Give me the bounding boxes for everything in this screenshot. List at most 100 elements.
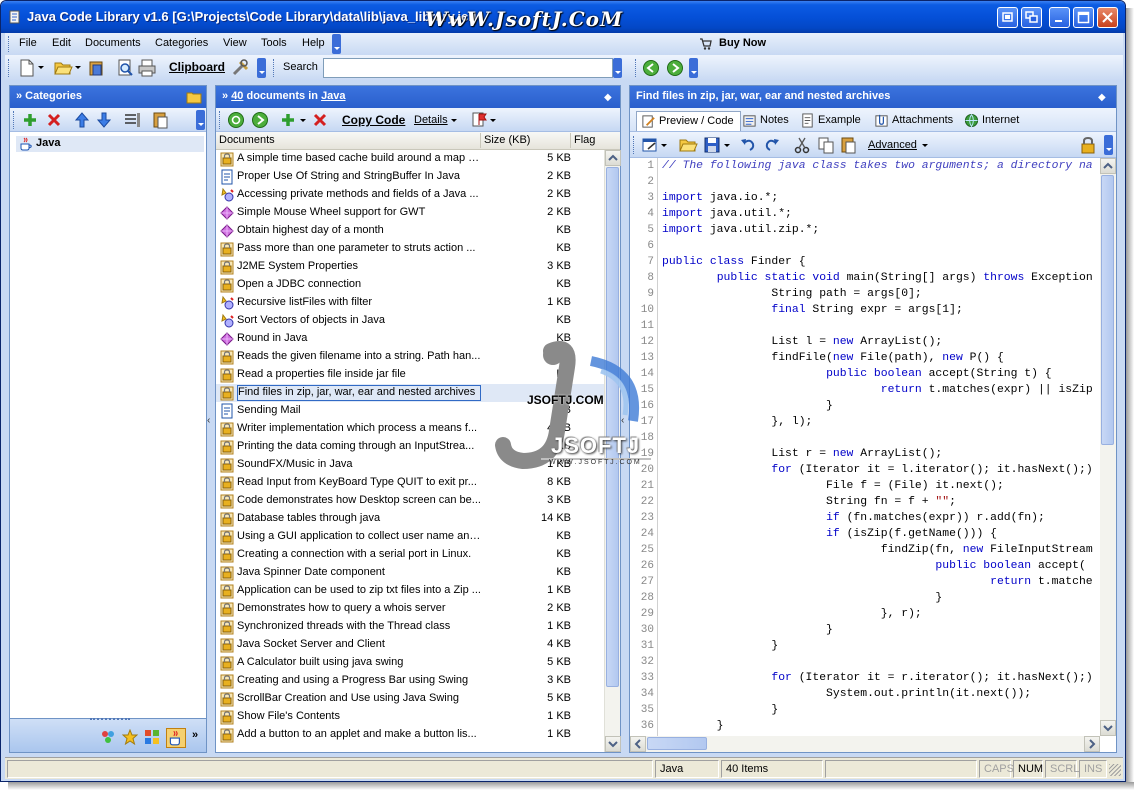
- categories-toolbar-grip[interactable]: [13, 111, 16, 129]
- details-dropdown-icon[interactable]: [451, 119, 457, 122]
- document-row[interactable]: Creating and using a Progress Bar using …: [216, 672, 604, 690]
- code-scroll-right-icon[interactable]: [1084, 736, 1100, 752]
- code-vertical-scrollbar[interactable]: [1100, 158, 1116, 736]
- document-row[interactable]: Java Spinner Date component KB: [216, 564, 604, 582]
- paste-icon[interactable]: [150, 110, 170, 130]
- paste-code-icon[interactable]: [838, 135, 858, 155]
- code-line[interactable]: public static void main(String[] args) t…: [662, 272, 1093, 284]
- document-row[interactable]: Obtain highest day of a month KB: [216, 222, 604, 240]
- menu-bar-grip[interactable]: [8, 36, 11, 52]
- documents-category-link[interactable]: Java: [321, 90, 345, 102]
- java-category-icon[interactable]: [166, 728, 186, 748]
- add-document-icon[interactable]: [278, 110, 298, 130]
- tab-notes[interactable]: Notes: [738, 111, 795, 131]
- column-separator[interactable]: [570, 133, 571, 148]
- document-row[interactable]: Code demonstrates how Desktop screen can…: [216, 492, 604, 510]
- code-line[interactable]: String path = args[0];: [662, 288, 921, 300]
- scroll-up-icon[interactable]: [605, 150, 621, 166]
- document-row[interactable]: Recursive listFiles with filter 1 KB: [216, 294, 604, 312]
- code-line[interactable]: // The following java class takes two ar…: [662, 160, 1093, 172]
- code-line[interactable]: public boolean accept(String t) {: [662, 368, 1052, 380]
- flag-filter-icon[interactable]: [470, 110, 490, 130]
- preview-toolbar-grip[interactable]: [633, 136, 636, 154]
- tab-attachments[interactable]: Attachments: [870, 111, 959, 131]
- folder-icon[interactable]: [186, 89, 202, 108]
- search-toolbar-grip[interactable]: [273, 59, 276, 77]
- lock-icon[interactable]: [1078, 135, 1098, 155]
- properties-icon[interactable]: [122, 110, 142, 130]
- column-flag[interactable]: Flag: [574, 134, 595, 146]
- users-icon[interactable]: [100, 729, 116, 748]
- nav-toolbar-grip[interactable]: [635, 59, 638, 77]
- code-line[interactable]: import java.util.*;: [662, 208, 792, 220]
- tab-example[interactable]: Example: [796, 111, 867, 131]
- code-line[interactable]: findZip(fn, new FileInputStream: [662, 544, 1093, 556]
- code-editor[interactable]: 1 2 3 4 5 6 7 8 9 10 11 12 13 14 15 16 17 18 19 20 21 22 23 24 2…: [630, 158, 1100, 736]
- new-document-icon[interactable]: [17, 58, 37, 78]
- code-line[interactable]: if (isZip(f.getName())) {: [662, 528, 997, 540]
- documents-count-link[interactable]: 40: [231, 90, 243, 102]
- advanced-dropdown[interactable]: Advanced: [868, 139, 917, 151]
- resize-grip[interactable]: [90, 718, 130, 722]
- menu-help[interactable]: Help: [302, 37, 325, 49]
- code-line[interactable]: }: [662, 720, 724, 732]
- code-line[interactable]: }, l);: [662, 416, 812, 428]
- document-row[interactable]: Simple Mouse Wheel support for GWT 2 KB: [216, 204, 604, 222]
- documents-header-pin-icon[interactable]: ◆: [604, 92, 612, 103]
- toolbar-grip[interactable]: [8, 59, 11, 77]
- nav-chevron-icon[interactable]: [689, 58, 698, 78]
- cut-icon[interactable]: [792, 135, 812, 155]
- code-line[interactable]: import java.util.zip.*;: [662, 224, 819, 236]
- back-icon[interactable]: [641, 58, 661, 78]
- code-line[interactable]: }: [662, 624, 833, 636]
- code-line[interactable]: return t.matches(expr) || isZip: [662, 384, 1093, 396]
- code-line[interactable]: System.out.println(it.next());: [662, 688, 1031, 700]
- code-line[interactable]: if (fn.matches(expr)) r.add(fn);: [662, 512, 1045, 524]
- document-row[interactable]: ScrollBar Creation and Use using Java Sw…: [216, 690, 604, 708]
- more-chevron-icon[interactable]: »: [192, 729, 198, 741]
- refresh-icon[interactable]: [226, 110, 246, 130]
- preview-toolbar-chevron-icon[interactable]: [1104, 135, 1113, 155]
- print-preview-icon[interactable]: [115, 58, 135, 78]
- minimize-button[interactable]: [1049, 7, 1070, 28]
- resize-handle[interactable]: [1109, 764, 1121, 776]
- menu-documents[interactable]: Documents: [85, 37, 141, 49]
- document-row[interactable]: Creating a connection with a serial port…: [216, 546, 604, 564]
- details-dropdown[interactable]: Details: [414, 114, 448, 126]
- menu-edit[interactable]: Edit: [52, 37, 71, 49]
- search-input[interactable]: [323, 58, 613, 78]
- close-button[interactable]: [1097, 7, 1118, 28]
- title-bar[interactable]: Java Code Library v1.6 [G:\Projects\Code…: [1, 1, 1125, 33]
- code-line[interactable]: }: [662, 592, 942, 604]
- document-row[interactable]: Show File's Contents 1 KB: [216, 708, 604, 726]
- code-line[interactable]: }, r);: [662, 608, 922, 620]
- undo-icon[interactable]: [738, 135, 758, 155]
- edit-window-icon[interactable]: [640, 135, 660, 155]
- document-row[interactable]: Using a GUI application to collect user …: [216, 528, 604, 546]
- code-line[interactable]: for (Iterator it = l.iterator(); it.hasN…: [662, 464, 1092, 476]
- column-size[interactable]: Size (KB): [484, 134, 530, 146]
- copy-icon[interactable]: [816, 135, 836, 155]
- code-line[interactable]: public boolean accept(: [662, 560, 1085, 572]
- open-folder-icon[interactable]: [53, 58, 73, 78]
- document-row[interactable]: Application can be used to zip txt files…: [216, 582, 604, 600]
- clipboard-button[interactable]: Clipboard: [169, 60, 225, 74]
- windows-icon[interactable]: [144, 729, 160, 748]
- open-code-icon[interactable]: [678, 135, 698, 155]
- code-line[interactable]: findFile(new File(path), new P() {: [662, 352, 1003, 364]
- code-horizontal-scrollbar[interactable]: [630, 736, 1100, 752]
- flag-dropdown-icon[interactable]: [490, 119, 496, 122]
- document-row[interactable]: Accessing private methods and fields of …: [216, 186, 604, 204]
- document-row[interactable]: A Calculator built using java swing 5 KB: [216, 654, 604, 672]
- code-scroll-thumb[interactable]: [1101, 175, 1114, 445]
- code-line[interactable]: String fn = f + "";: [662, 496, 956, 508]
- redo-icon[interactable]: [762, 135, 782, 155]
- move-up-icon[interactable]: [72, 110, 92, 130]
- move-down-icon[interactable]: [94, 110, 114, 130]
- favorites-star-icon[interactable]: [121, 728, 139, 748]
- document-row[interactable]: Open a JDBC connection KB: [216, 276, 604, 294]
- code-line[interactable]: import java.io.*;: [662, 192, 778, 204]
- code-hscroll-thumb[interactable]: [647, 737, 707, 750]
- code-scroll-up-icon[interactable]: [1100, 158, 1116, 174]
- categories-chevron-icon[interactable]: [196, 110, 205, 130]
